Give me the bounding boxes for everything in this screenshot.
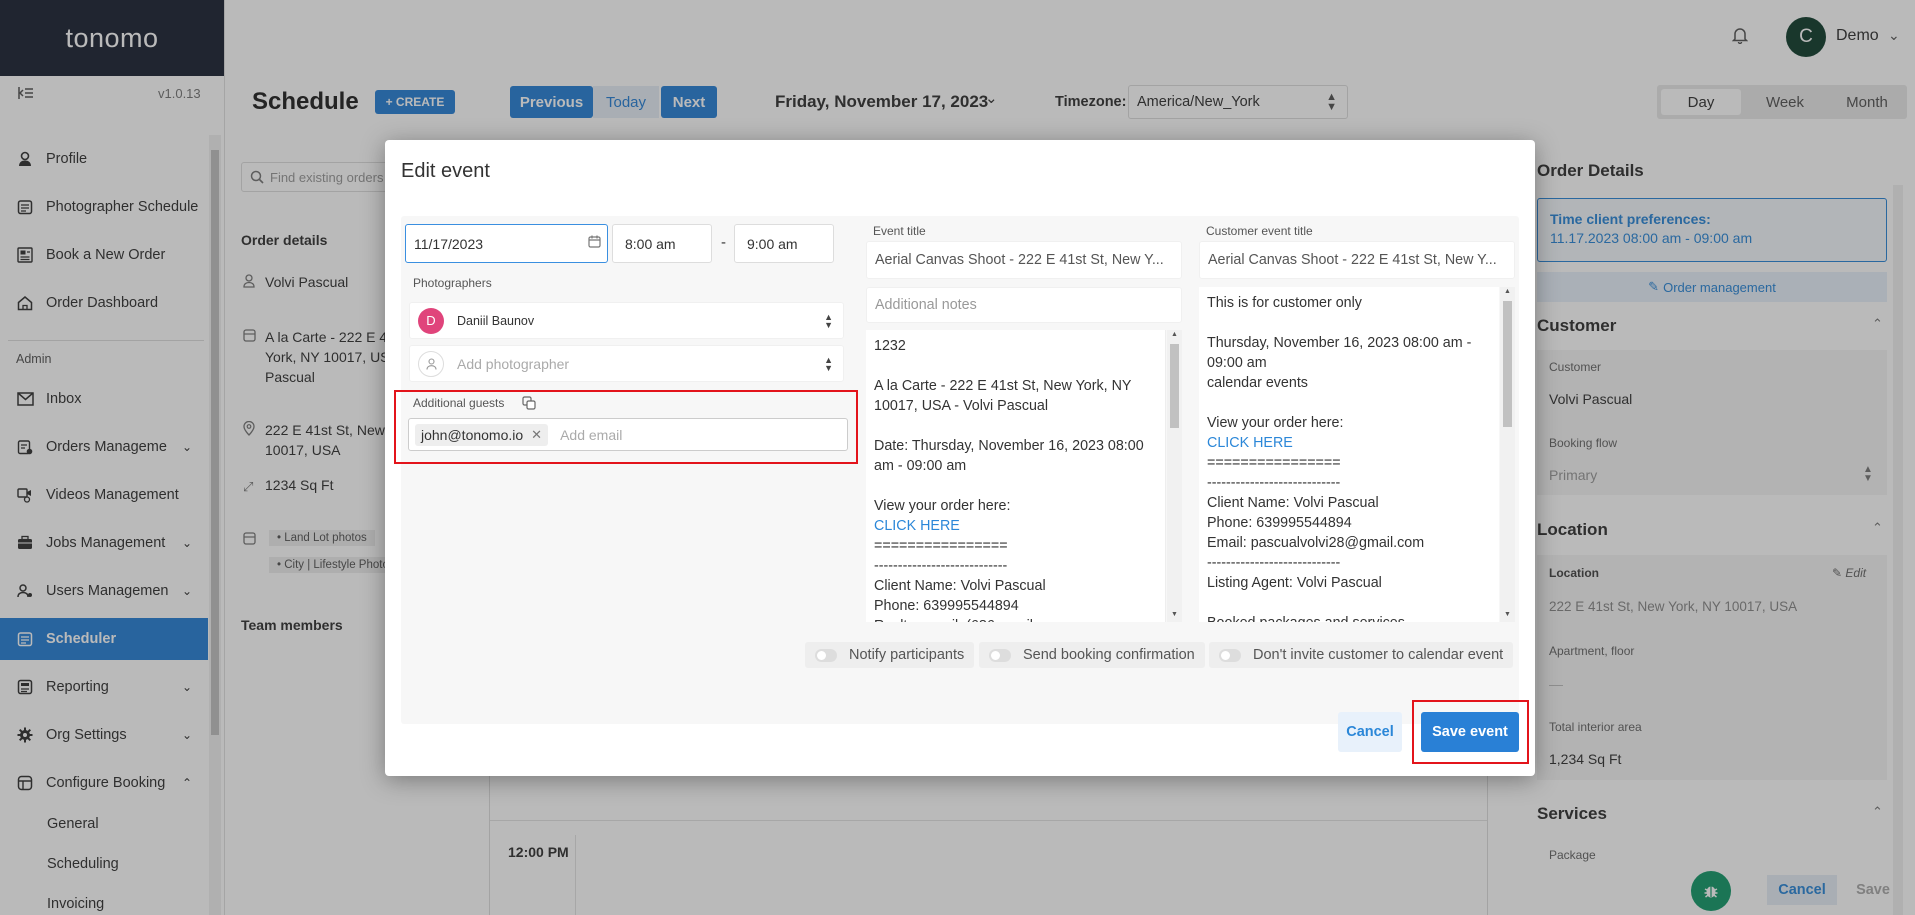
event-title-label: Event title: [873, 224, 926, 238]
text-line: Phone: 639995544894: [874, 598, 1019, 614]
event-description-textarea[interactable]: 1232 A la Carte - 222 E 41st St, New York…: [866, 330, 1166, 622]
text-line: [1207, 393, 1491, 413]
text-line: Realtor email: (686 email: [874, 616, 1157, 622]
text-line: ----------------------------: [1207, 475, 1341, 491]
text-line: [874, 476, 1157, 496]
photographer-name: Daniil Baunov: [457, 313, 535, 328]
toggle-switch[interactable]: [1219, 648, 1241, 662]
text-line: Thursday, November 16, 2023 08:00 am -: [1207, 335, 1472, 351]
dont-invite-customer-toggle[interactable]: Don't invite customer to calendar event: [1209, 642, 1514, 668]
customer-event-title-label: Customer event title: [1206, 224, 1313, 238]
text-line: [1207, 313, 1491, 333]
additional-notes-input[interactable]: Additional notes: [866, 287, 1182, 323]
description-scrollbar[interactable]: ▲ ▼: [1167, 330, 1182, 622]
customer-description-textarea[interactable]: This is for customer only Thursday, Novem…: [1199, 287, 1499, 622]
text-line: ----------------------------: [874, 558, 1008, 574]
calendar-icon[interactable]: [588, 235, 601, 248]
text-line: A la Carte - 222 E 41st St, New York, NY: [874, 378, 1132, 394]
add-photographer-placeholder: Add photographer: [457, 355, 570, 372]
save-highlight: [1412, 700, 1529, 764]
event-title-input[interactable]: Aerial Canvas Shoot - 222 E 41st St, New…: [866, 241, 1182, 279]
text-line: calendar events: [1207, 375, 1308, 391]
toggle-switch[interactable]: [815, 648, 837, 662]
guests-highlight: [394, 390, 858, 464]
text-line: View your order here:: [1207, 415, 1344, 431]
select-arrows-icon: ▲ ▼: [824, 355, 833, 373]
click-here-link[interactable]: CLICK HERE: [1207, 433, 1491, 453]
text-line: Booked packages and services: [1207, 613, 1491, 622]
customer-description-scrollbar[interactable]: ▲ ▼: [1500, 287, 1515, 622]
photographer-select[interactable]: D Daniil Baunov ▲ ▼: [409, 302, 844, 339]
text-line: ================: [1207, 455, 1341, 471]
text-line: [1207, 593, 1491, 613]
time-separator: -: [721, 234, 726, 251]
text-line: ----------------------------: [1207, 555, 1341, 571]
customer-description-text: This is for customer only Thursday, Novem…: [1207, 293, 1491, 622]
dialog-title: Edit event: [401, 160, 490, 182]
text-line: am - 09:00 am: [874, 458, 967, 474]
text-line: Phone: 639995544894: [1207, 515, 1352, 531]
start-time-input[interactable]: 8:00 am: [612, 224, 712, 263]
text-line: [874, 356, 1157, 376]
text-line: 1232: [874, 338, 906, 354]
date-value: 11/17/2023: [414, 235, 484, 252]
text-line: 10017, USA - Volvi Pascual: [874, 398, 1049, 414]
user-icon: [418, 350, 444, 377]
text-line: View your order here:: [874, 498, 1011, 514]
text-line: ================: [874, 538, 1008, 554]
text-line: Client Name: Volvi Pascual: [874, 578, 1046, 594]
click-here-link[interactable]: CLICK HERE: [874, 516, 1157, 536]
text-line: Listing Agent: Volvi Pascual: [1207, 575, 1382, 591]
text-line: This is for customer only: [1207, 295, 1362, 311]
date-input[interactable]: 11/17/2023: [405, 224, 608, 263]
event-description-text: 1232 A la Carte - 222 E 41st St, New York…: [874, 336, 1157, 622]
photographer-avatar: D: [418, 307, 444, 334]
select-arrows-icon: ▲ ▼: [824, 312, 833, 330]
add-photographer-select[interactable]: Add photographer ▲ ▼: [409, 345, 844, 382]
text-line: Date: Thursday, November 16, 2023 08:00: [874, 438, 1144, 454]
toggle-switch[interactable]: [989, 648, 1011, 662]
text-line: 09:00 am: [1207, 355, 1267, 371]
photographers-label: Photographers: [413, 276, 492, 290]
text-line: Client Name: Volvi Pascual: [1207, 495, 1379, 511]
end-time-input[interactable]: 9:00 am: [734, 224, 834, 263]
text-line: [874, 416, 1157, 436]
notify-participants-toggle[interactable]: Notify participants: [805, 642, 975, 668]
customer-event-title-input[interactable]: Aerial Canvas Shoot - 222 E 41st St, New…: [1199, 241, 1515, 279]
send-booking-confirmation-toggle[interactable]: Send booking confirmation: [979, 642, 1205, 668]
text-line: Email: pascualvolvi28@gmail.com: [1207, 535, 1425, 551]
edit-event-dialog: Edit event 11/17/2023 8:00 am - 9:00 am …: [385, 140, 1535, 776]
cancel-button[interactable]: Cancel: [1338, 712, 1402, 752]
